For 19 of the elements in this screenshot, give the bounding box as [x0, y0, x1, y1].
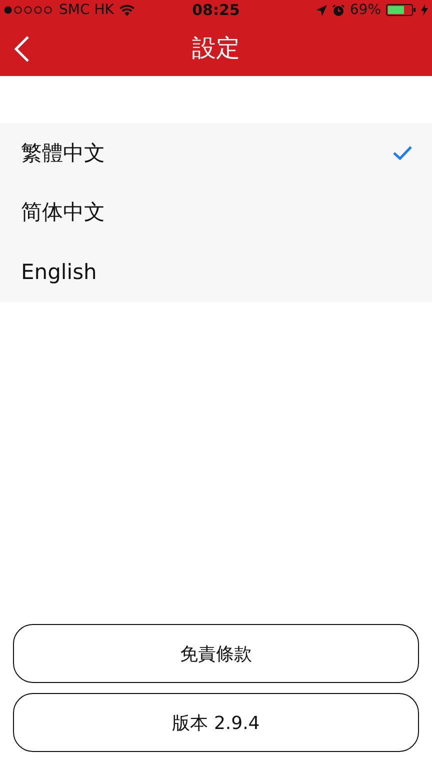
back-button[interactable] [14, 36, 30, 62]
charging-bolt-icon [421, 4, 428, 16]
language-option[interactable]: 繁體中文 [0, 123, 432, 182]
menu-button[interactable]: 版本 2.9.4 [13, 693, 419, 752]
language-option[interactable]: English [0, 242, 432, 302]
page-title: 設定 [192, 33, 240, 64]
battery-percent: 69% [350, 2, 381, 18]
language-label: English [21, 260, 98, 284]
alarm-clock-icon [332, 4, 345, 16]
language-label: 简体中文 [21, 199, 106, 226]
language-option[interactable]: 简体中文 [0, 182, 432, 242]
signal-icon [4, 6, 54, 14]
location-arrow-icon [316, 4, 327, 16]
carrier-name: SMC HK [59, 2, 114, 18]
battery-icon [386, 4, 416, 16]
language-label: 繁體中文 [21, 140, 106, 167]
wifi-icon [118, 4, 135, 16]
status-time: 08:25 [192, 1, 240, 19]
menu-button[interactable]: 免責條款 [13, 624, 419, 683]
